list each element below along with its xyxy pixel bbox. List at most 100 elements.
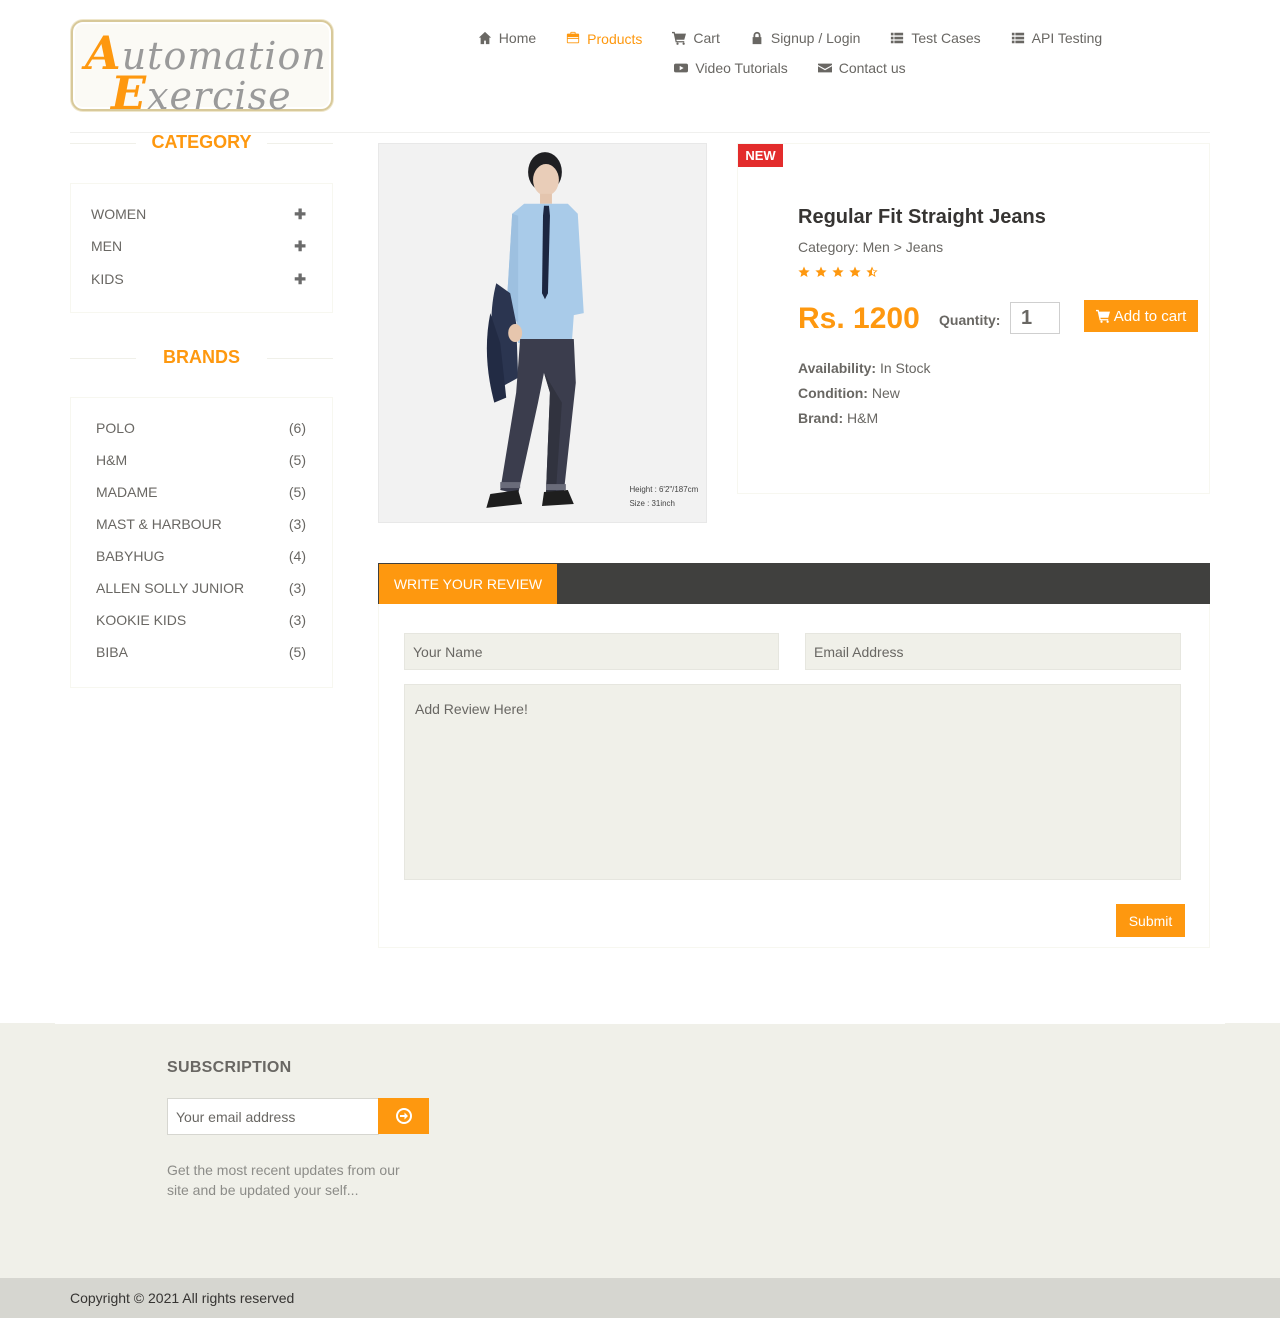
brand-name: MADAME [96,484,158,500]
plus-icon[interactable]: ✚ [294,271,306,288]
brand-name: ALLEN SOLLY JUNIOR [96,580,245,596]
brand-name: BABYHUG [96,548,165,564]
plus-icon[interactable]: ✚ [294,238,306,255]
envelope-icon [817,63,832,73]
product-image: Height : 6'2"/187cm Size : 31inch [378,143,707,523]
submit-review-button[interactable]: Submit [1116,904,1185,937]
footer-bottom-bar: Copyright © 2021 All rights reserved [0,1278,1280,1318]
subscription-description: Get the most recent updates from our sit… [167,1162,400,1198]
brand-count: (5) [288,644,306,660]
nav-products-label: Products [587,31,643,47]
main-nav: Home Products Cart Signup / Login Test C… [440,28,1140,78]
nav-row-1: Home Products Cart Signup / Login Test C… [440,28,1140,48]
subscribe-button[interactable] [378,1098,429,1134]
tab-write-review[interactable]: WRITE YOUR REVIEW [379,564,557,604]
product-name: Regular Fit Straight Jeans [798,206,1046,228]
review-email-input[interactable] [805,633,1181,670]
brand-polo[interactable]: POLO (6) [96,418,306,438]
copyright-text: Copyright © 2021 All rights reserved [70,1290,295,1306]
cart-icon [1095,309,1110,323]
briefcase-icon [567,31,580,44]
brand-babyhug[interactable]: BABYHUG (4) [96,546,306,566]
nav-cart-label: Cart [693,30,720,46]
youtube-icon [674,63,689,73]
add-to-cart-button[interactable]: Add to cart [1084,300,1198,332]
subscription-title: SUBSCRIPTION [167,1059,292,1076]
category-women-label: WOMEN [91,206,147,222]
review-form: Submit [378,604,1210,948]
brand-count: (5) [288,484,306,500]
list-icon [891,32,904,44]
nav-api-testing[interactable]: API Testing [996,28,1118,48]
nav-home-label: Home [498,30,537,46]
brand-count: (3) [288,580,306,596]
category-title: CATEGORY [70,132,333,153]
home-icon [478,31,491,45]
star-icon [815,266,827,277]
category-women[interactable]: WOMEN ✚ [91,204,306,224]
site-logo[interactable]: Automation Exercise [71,20,333,120]
nav-test-cases[interactable]: Test Cases [875,28,995,48]
star-icon [832,266,844,277]
logo-text-line2: Exercise [111,66,292,120]
brands-panel: POLO (6) H&M (5) MADAME (5) MAST & HARBO… [70,397,333,688]
brand-count: (6) [288,420,306,436]
new-badge: NEW [738,144,783,167]
quantity-label: Quantity: [939,312,1001,328]
brand-count: (5) [288,452,306,468]
category-panel: WOMEN ✚ MEN ✚ KIDS ✚ [70,183,333,313]
nav-contact-us-label: Contact us [838,60,906,76]
nav-signup-login[interactable]: Signup / Login [735,28,876,48]
availability-value: In Stock [879,360,931,376]
brand-madame[interactable]: MADAME (5) [96,482,306,502]
brand-name: POLO [96,420,135,436]
half-star-icon [866,266,878,277]
brand-hm[interactable]: H&M (5) [96,450,306,470]
category-men-label: MEN [91,238,123,254]
nav-contact-us[interactable]: Contact us [803,58,921,78]
star-icon [849,266,861,277]
nav-row-2: Video Tutorials Contact us [440,58,1140,78]
nav-cart[interactable]: Cart [657,28,734,48]
product-info: NEW Regular Fit Straight Jeans Category:… [737,143,1210,494]
brand-name: BIBA [96,644,128,660]
brand-biba[interactable]: BIBA (5) [96,642,306,662]
category-kids[interactable]: KIDS ✚ [91,269,306,289]
review-textarea[interactable] [404,684,1181,880]
category-kids-label: KIDS [91,271,124,287]
availability-label: Availability: [798,360,877,376]
brand-row: Brand: H&M [798,410,878,426]
brand-name: KOOKIE KIDS [96,612,187,628]
nav-signup-login-label: Signup / Login [770,30,861,46]
category-men[interactable]: MEN ✚ [91,236,306,256]
add-to-cart-label: Add to cart [1113,307,1187,325]
subscribe-email-input[interactable] [167,1098,379,1135]
brand-count: (3) [288,516,306,532]
list-icon [1011,32,1024,44]
quantity-input[interactable] [1010,302,1060,334]
brand-kookie-kids[interactable]: KOOKIE KIDS (3) [96,610,306,630]
nav-home[interactable]: Home [463,28,551,48]
brands-title: BRANDS [70,347,333,368]
availability-row: Availability: In Stock [798,360,931,376]
brand-label: Brand: [798,410,844,426]
product-photo: Height : 6'2"/187cm Size : 31inch [379,144,706,522]
product-category: Category: Men > Jeans [798,239,944,255]
plus-icon[interactable]: ✚ [294,206,306,223]
footer: SUBSCRIPTION Get the most recent updates… [0,1023,1280,1278]
review-name-input[interactable] [404,633,779,670]
brand-allen-solly-junior[interactable]: ALLEN SOLLY JUNIOR (3) [96,578,306,598]
lock-icon [752,31,762,45]
product-rating [798,266,878,278]
nav-test-cases-label: Test Cases [911,30,981,46]
brand-name: MAST & HARBOUR [96,516,222,532]
nav-video-tutorials-label: Video Tutorials [695,60,788,76]
condition-label: Condition: [798,385,868,401]
nav-products[interactable]: Products [551,28,657,48]
brand-name: H&M [96,452,128,468]
arrow-circle-right-icon [395,1108,412,1124]
nav-video-tutorials[interactable]: Video Tutorials [659,58,802,78]
brand-mast-harbour[interactable]: MAST & HARBOUR (3) [96,514,306,534]
condition-row: Condition: New [798,385,900,401]
image-caption-height: Height : 6'2"/187cm [629,485,698,494]
